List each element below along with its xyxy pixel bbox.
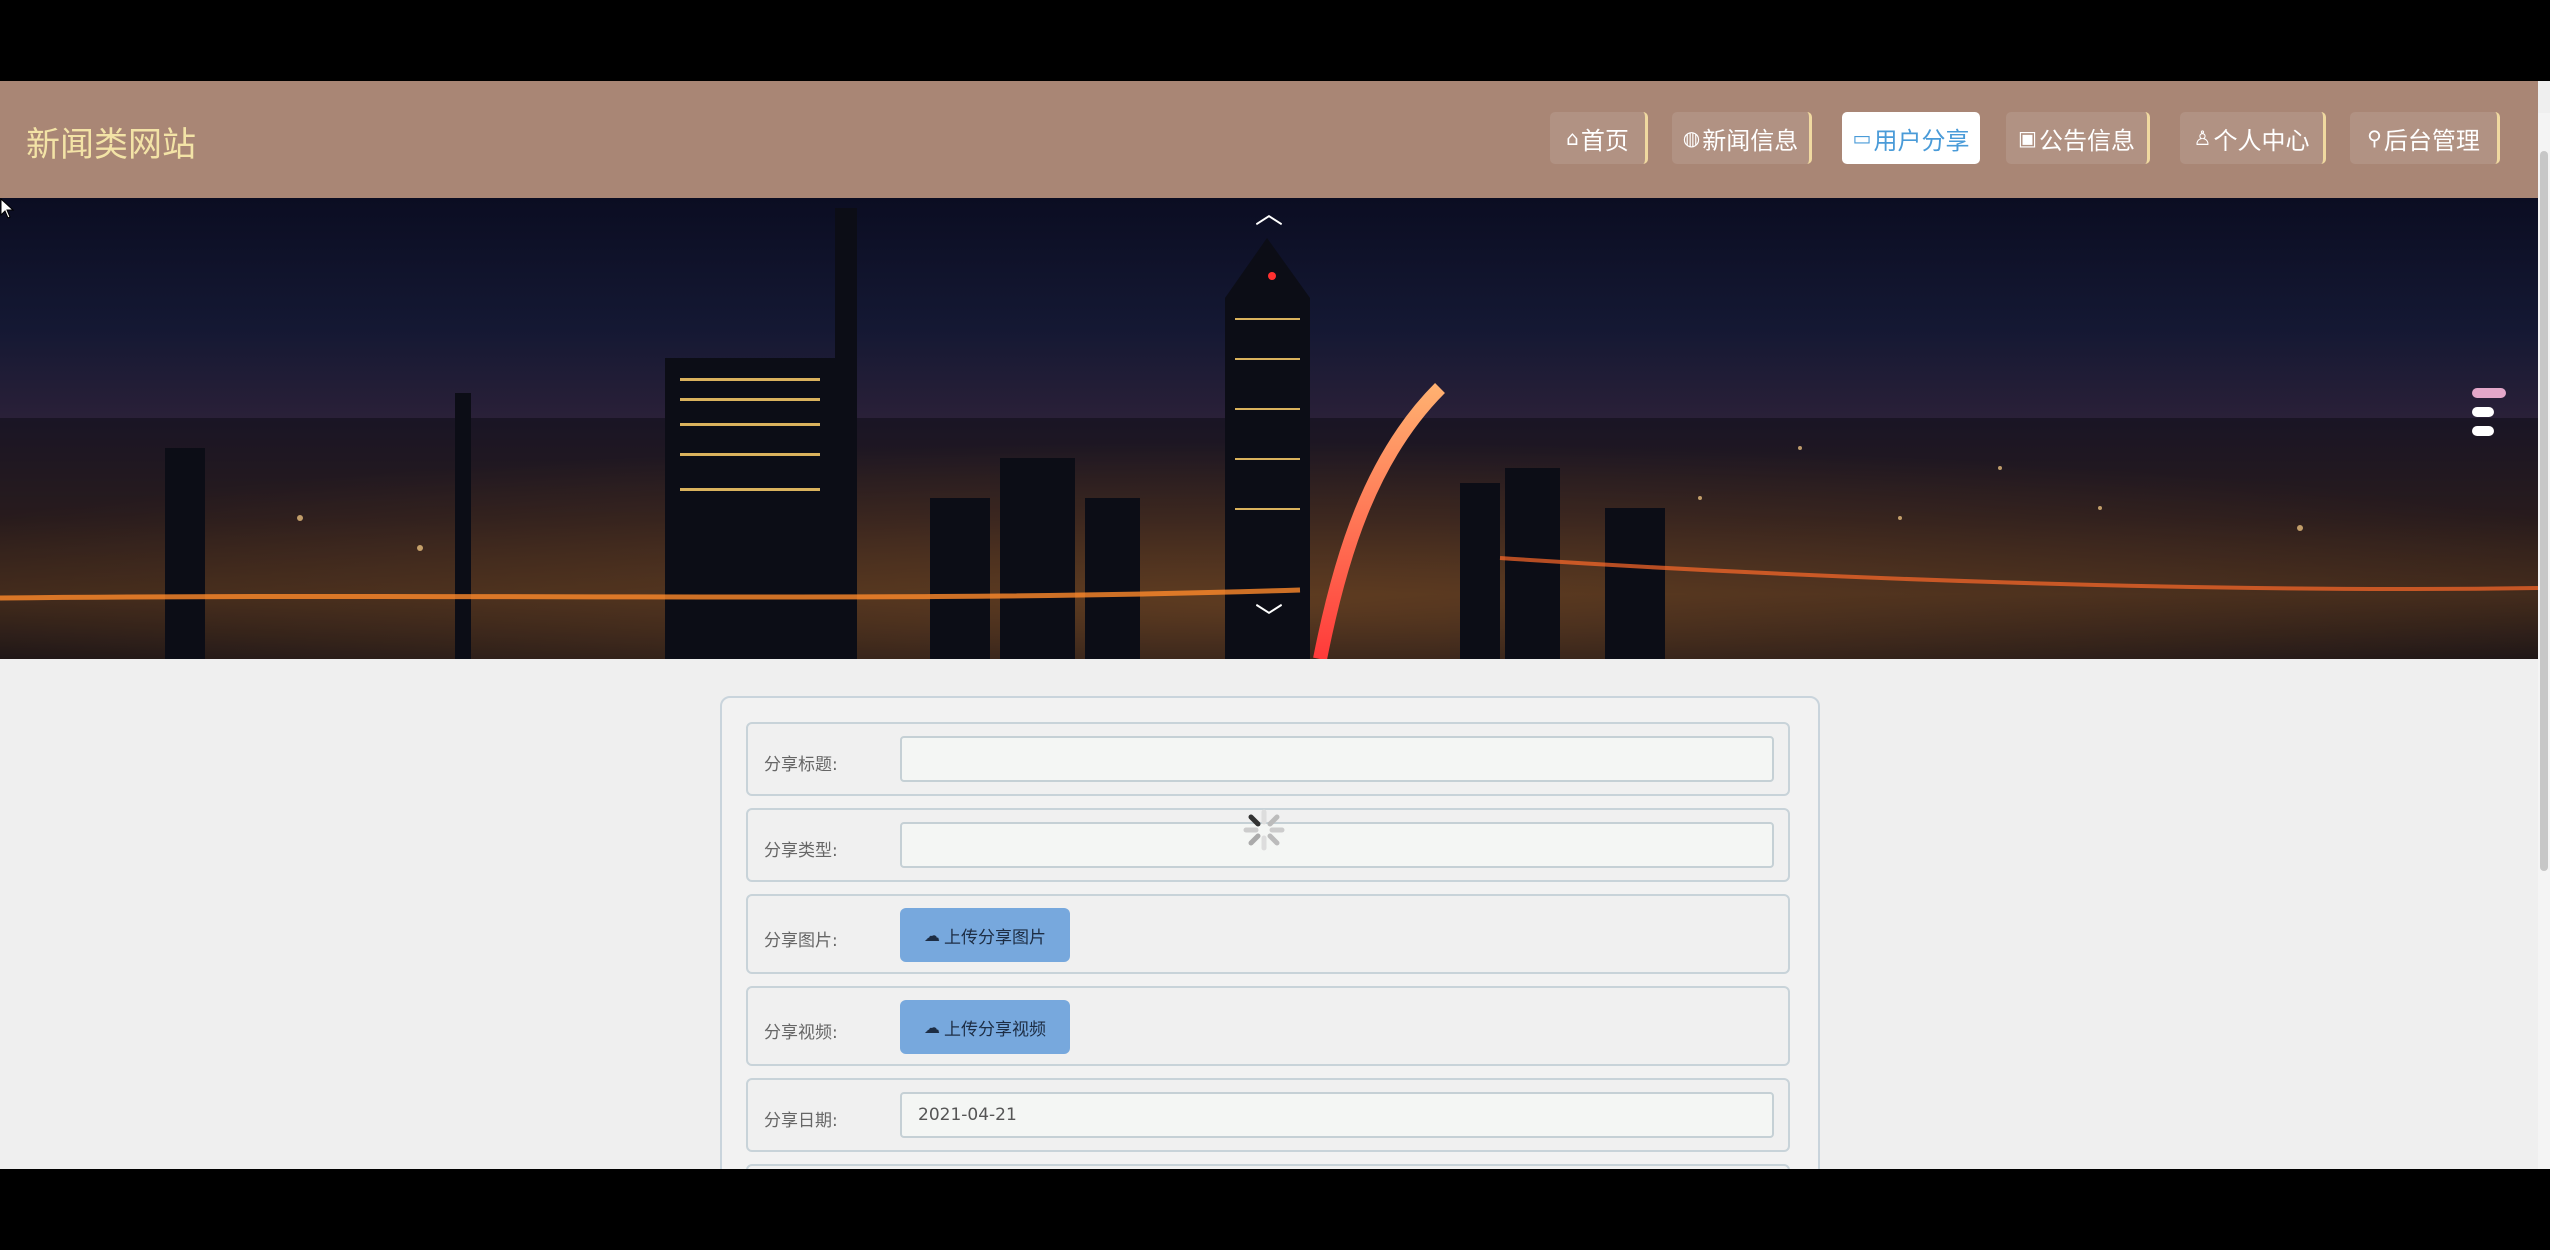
nav-item-admin[interactable]: ⚲ 后台管理 [2350,112,2500,164]
banner-dot-1[interactable] [2472,388,2506,398]
page-scrollbar[interactable] [2538,113,2550,1169]
nav-item-label: 公告信息 [2038,126,2135,155]
nav-item-home[interactable]: ⌂ 首页 [1550,112,1648,164]
home-icon: ⌂ [1566,126,1579,150]
banner-prev-arrow[interactable]: ︿ [1254,200,1284,228]
form-row-date: 分享日期: [746,1078,1790,1152]
field-label-title: 分享标题: [764,755,838,775]
browser-viewport: 新闻类网站 ⌂ 首页 ◍ 新闻信息 ▭ 用户分享 ▣ 公告信息 ♙ 个人中心 ⚲… [0,81,2550,1169]
field-label-type: 分享类型: [764,841,838,861]
nav-item-label: 后台管理 [2383,126,2480,155]
banner-dot-3[interactable] [2472,426,2494,436]
share-title-input[interactable] [900,736,1774,782]
loading-spinner-icon [1243,809,1285,851]
share-type-select[interactable] [900,822,1774,868]
globe-icon: ◍ [1682,126,1701,150]
share-icon: ▭ [1852,126,1872,150]
banner-pagination [2472,388,2506,445]
share-date-input[interactable] [900,1092,1774,1138]
nav-item-notice[interactable]: ▣ 公告信息 [2006,112,2150,164]
share-form: 分享标题: 分享类型: 分享图片: ☁ 上传分享图片 分享视频: ☁ 上传分享视… [720,696,1820,1169]
upload-video-button[interactable]: ☁ 上传分享视频 [900,1000,1070,1054]
cloud-upload-icon: ☁ [924,1017,940,1037]
form-row-video: 分享视频: ☁ 上传分享视频 [746,986,1790,1066]
main-nav: ⌂ 首页 ◍ 新闻信息 ▭ 用户分享 ▣ 公告信息 ♙ 个人中心 ⚲ 后台管理 [0,112,2538,166]
field-label-video: 分享视频: [764,1023,838,1043]
form-row-title: 分享标题: [746,722,1790,796]
form-row-image: 分享图片: ☁ 上传分享图片 [746,894,1790,974]
upload-image-button[interactable]: ☁ 上传分享图片 [900,908,1070,962]
nav-item-personal-center[interactable]: ♙ 个人中心 [2180,112,2326,164]
nav-item-label: 个人中心 [2213,126,2310,155]
city-night-image [0,208,2538,659]
link-icon: ⚲ [2367,126,2382,150]
banner-carousel[interactable]: ︿ ﹀ [0,198,2538,659]
cloud-upload-icon: ☁ [924,925,940,945]
banner-next-arrow[interactable]: ﹀ [1254,604,1284,632]
nav-item-label: 新闻信息 [1702,126,1799,155]
nav-item-news[interactable]: ◍ 新闻信息 [1672,112,1812,164]
upload-image-label: 上传分享图片 [944,927,1046,948]
field-label-date: 分享日期: [764,1111,838,1131]
site-header: 新闻类网站 ⌂ 首页 ◍ 新闻信息 ▭ 用户分享 ▣ 公告信息 ♙ 个人中心 ⚲… [0,81,2538,198]
nav-item-user-share[interactable]: ▭ 用户分享 [1842,112,1980,164]
mouse-cursor-icon [0,198,15,219]
notice-icon: ▣ [2018,126,2037,150]
banner-dot-2[interactable] [2472,407,2494,417]
upload-video-label: 上传分享视频 [944,1019,1046,1040]
form-row-next [746,1164,1790,1169]
user-icon: ♙ [2193,126,2212,150]
field-label-image: 分享图片: [764,931,838,951]
scrollbar-thumb[interactable] [2540,151,2548,871]
nav-item-label: 首页 [1580,126,1629,155]
nav-item-label: 用户分享 [1873,126,1970,155]
